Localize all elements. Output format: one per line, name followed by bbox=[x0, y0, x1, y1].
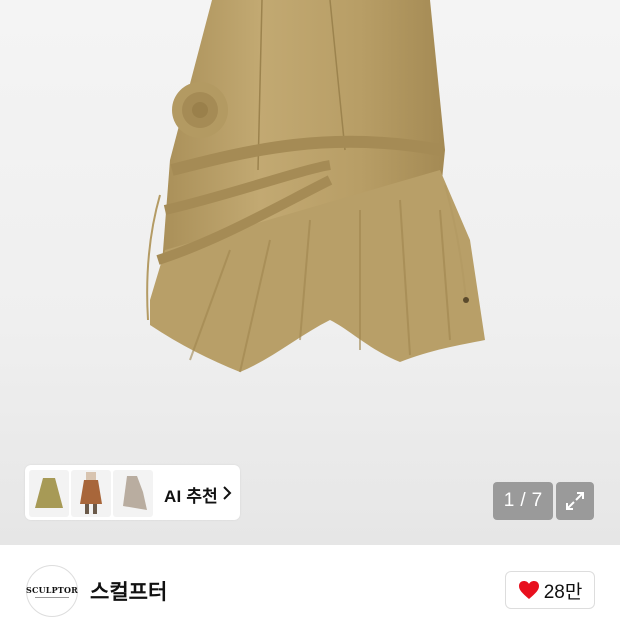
logo-divider bbox=[35, 596, 69, 598]
current-page: 1 bbox=[503, 490, 515, 511]
total-pages: 7 bbox=[531, 490, 543, 511]
expand-icon bbox=[566, 492, 584, 510]
product-image-skirt bbox=[146, 0, 485, 373]
like-count: 28만 bbox=[543, 581, 583, 603]
image-page-counter: 1 / 7 bbox=[493, 482, 553, 520]
chevron-right-icon[interactable] bbox=[222, 485, 232, 501]
brand-logo-text: SCULPTOR bbox=[26, 584, 78, 595]
recommend-thumbnail[interactable] bbox=[113, 470, 153, 517]
heart-icon bbox=[518, 581, 539, 599]
ai-recommend-label[interactable]: AI 추천 bbox=[164, 482, 218, 507]
fullscreen-button[interactable] bbox=[556, 482, 594, 520]
like-button[interactable]: 28만 bbox=[505, 571, 595, 609]
brand-name[interactable]: 스컬프터 bbox=[90, 576, 167, 606]
brand-logo[interactable]: SCULPTOR bbox=[26, 565, 78, 617]
ai-recommend-bar[interactable]: AI 추천 bbox=[25, 465, 240, 520]
page-separator: / bbox=[520, 490, 526, 511]
product-image-gallery[interactable]: AI 추천 1 / 7 bbox=[0, 0, 620, 545]
recommend-thumbnail[interactable] bbox=[29, 470, 69, 517]
recommend-thumbnail[interactable] bbox=[71, 470, 111, 517]
